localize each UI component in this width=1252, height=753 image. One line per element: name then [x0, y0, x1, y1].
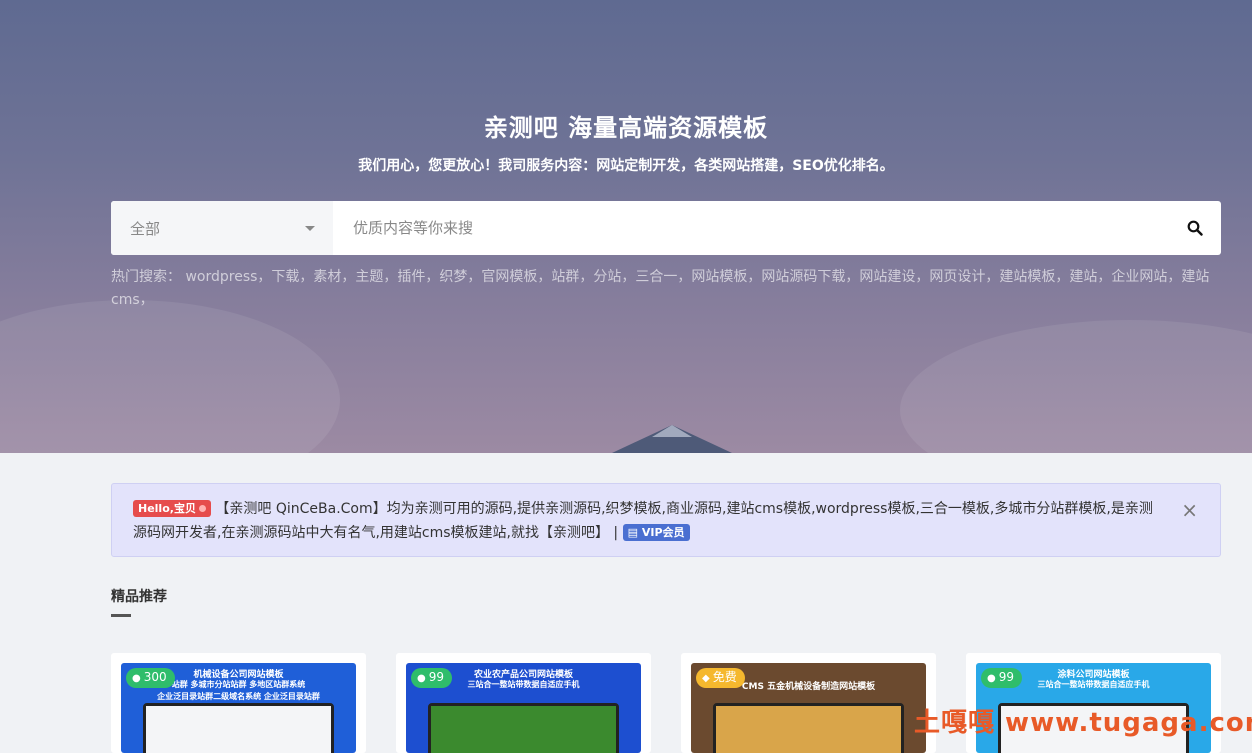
section-title: 精品推荐 [111, 589, 167, 605]
product-thumbnail[interactable]: 机械设备公司网站模板 站群 多城市分站站群 多地区站群系统 企业泛目录站群二级域… [121, 663, 356, 753]
coin-icon: ● [132, 673, 141, 684]
price-value: 免费 [712, 670, 737, 684]
screen-preview [428, 703, 619, 753]
search-bar: 全部 [111, 201, 1221, 255]
search-icon [1187, 220, 1203, 236]
mountain-snow-decoration [652, 425, 692, 437]
hot-search-label: 热门搜索： [111, 269, 181, 285]
hero-subtitle: 我们用心，您更放心！我司服务内容：网站定制开发，各类网站搭建，SEO优化排名。 [358, 158, 894, 174]
price-badge: ● 99 [981, 668, 1023, 688]
price-badge: ● 300 [126, 668, 175, 688]
price-badge: ● 99 [411, 668, 453, 688]
notice-banner: Hello,宝贝 【亲测吧 QinCeBa.Com】均为亲测可用的源码,提供亲测… [111, 483, 1221, 557]
product-thumbnail[interactable]: 农业农产品公司网站模板 三站合一整站带数据自适应手机 ● 99 [406, 663, 641, 753]
hero-banner: 亲测吧 海量高端资源模板 我们用心，您更放心！我司服务内容：网站定制开发，各类网… [0, 0, 1252, 453]
vip-link[interactable]: ▤ VIP会员 [622, 524, 690, 541]
watermark: 土嘎嘎 www.tugaga.com [914, 708, 1252, 738]
hot-search-keywords[interactable]: wordpress，下载，素材，主题，插件，织梦，官网模板，站群，分站，三合一，… [111, 269, 1209, 308]
diamond-icon: ◆ [702, 673, 710, 684]
search-button[interactable] [1169, 201, 1221, 255]
product-card[interactable]: 机械设备公司网站模板 站群 多城市分站站群 多地区站群系统 企业泛目录站群二级域… [111, 653, 366, 753]
price-value: 300 [143, 670, 167, 684]
price-value: 99 [998, 670, 1015, 684]
hello-badge: Hello,宝贝 [133, 500, 211, 517]
search-input[interactable] [333, 201, 1169, 255]
document-icon: ▤ [627, 526, 639, 539]
product-thumbnail[interactable]: CMS 五金机械设备制造网站模板 ◆ 免费 [691, 663, 926, 753]
price-value: 99 [428, 670, 445, 684]
hello-badge-label: Hello,宝贝 [138, 502, 196, 515]
screen-preview [143, 703, 334, 753]
product-card[interactable]: 农业农产品公司网站模板 三站合一整站带数据自适应手机 ● 99 [396, 653, 651, 753]
coin-icon: ● [987, 673, 996, 684]
price-badge: ◆ 免费 [696, 668, 745, 688]
hot-search: 热门搜索： wordpress，下载，素材，主题，插件，织梦，官网模板，站群，分… [111, 266, 1221, 312]
caret-down-icon [305, 225, 315, 231]
dot-icon [198, 505, 206, 512]
section-underline [111, 614, 131, 617]
search-category-label: 全部 [130, 219, 161, 238]
search-category-select[interactable]: 全部 [111, 201, 333, 255]
thumbnail-line3: 企业泛目录站群二级域名系统 企业泛目录站群 [157, 692, 320, 701]
close-button[interactable]: × [1181, 500, 1198, 520]
cloud-decoration [0, 300, 340, 453]
hero-title: 亲测吧 海量高端资源模板 [483, 114, 769, 142]
product-card[interactable]: CMS 五金机械设备制造网站模板 ◆ 免费 [681, 653, 936, 753]
coin-icon: ● [417, 673, 426, 684]
screen-preview [713, 703, 904, 753]
cloud-decoration [900, 320, 1252, 453]
vip-label: VIP会员 [641, 526, 685, 539]
